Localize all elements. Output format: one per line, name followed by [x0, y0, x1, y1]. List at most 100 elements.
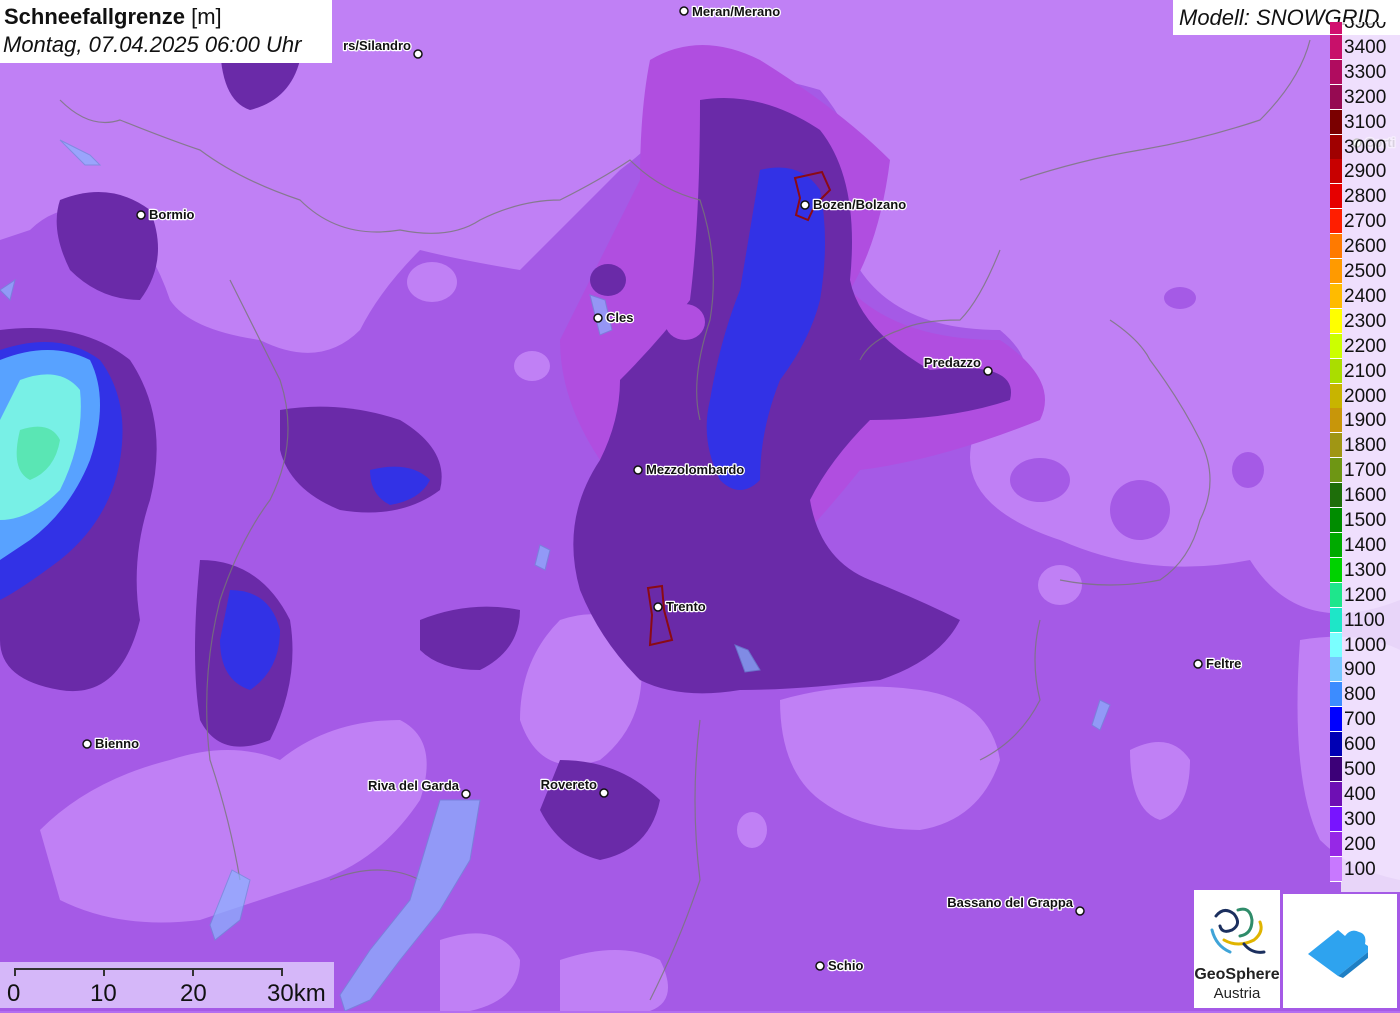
legend-label: 1200: [1344, 584, 1387, 606]
geosphere-logo[interactable]: GeoSphere Austria: [1194, 890, 1280, 1008]
scale-tick: [14, 968, 16, 976]
legend-swatch: [1330, 308, 1342, 334]
legend-swatch: [1330, 508, 1342, 533]
legend-item: 2100: [1330, 358, 1400, 384]
city-label: Feltre: [1206, 656, 1241, 671]
legend-label: 2100: [1344, 360, 1387, 382]
legend-swatch: [1330, 22, 1342, 35]
legend-item: 2800: [1330, 184, 1400, 210]
legend-item: 200: [1330, 831, 1400, 857]
legend-item: 700: [1330, 707, 1400, 733]
city-dot: [633, 465, 643, 475]
city-dot: [1075, 906, 1085, 916]
legend-label: 300: [1344, 808, 1376, 830]
legend-swatch: [1330, 532, 1342, 558]
legend-swatch: [1330, 557, 1342, 583]
city-bozen-bolzano[interactable]: Bozen/Bolzano: [800, 196, 907, 213]
legend-item: 1000: [1330, 632, 1400, 658]
legend-label: 2600: [1344, 236, 1387, 258]
legend-label: 500: [1344, 759, 1376, 780]
legend-swatch: [1330, 458, 1342, 484]
city-dot: [136, 210, 146, 220]
legend-item: 2300: [1330, 308, 1400, 334]
weather-app-logo[interactable]: [1283, 894, 1397, 1008]
title-text: Schneefallgrenze: [4, 4, 185, 29]
legend-item: 1300: [1330, 557, 1400, 583]
city-label: Predazzo: [924, 355, 981, 370]
legend-swatch: [1330, 234, 1342, 260]
legend-label: 900: [1344, 659, 1376, 681]
legend-label: 3100: [1344, 111, 1387, 133]
city-meran-merano[interactable]: Meran/Merano: [679, 3, 781, 20]
legend-item: 600: [1330, 732, 1400, 758]
legend-swatch: [1330, 732, 1342, 758]
city-label: Mezzolombardo: [646, 462, 744, 477]
legend-item: 1400: [1330, 532, 1400, 558]
legend-label: 200: [1344, 833, 1376, 855]
legend-swatch: [1330, 632, 1342, 658]
legend-swatch: [1330, 134, 1342, 160]
legend-label: 1100: [1344, 609, 1385, 631]
scale-label: 0: [7, 980, 21, 1007]
legend-swatch: [1330, 383, 1342, 409]
legend-swatch: [1330, 34, 1342, 60]
legend-item: 1100: [1330, 607, 1400, 633]
legend-label: 2000: [1344, 385, 1387, 407]
legend-label: 1300: [1344, 559, 1387, 581]
legend-label: 3500: [1344, 22, 1387, 33]
legend-label: 1400: [1344, 534, 1387, 556]
city-label: Bassano del Grappa: [947, 895, 1073, 910]
city-dot: [1193, 659, 1203, 669]
legend-label: 1800: [1344, 435, 1387, 457]
legend-label: 600: [1344, 734, 1376, 756]
legend-swatch: [1330, 84, 1342, 110]
scale-label: 30km: [267, 980, 326, 1007]
legend-swatch: [1330, 259, 1342, 284]
legend-label: 3300: [1344, 61, 1387, 83]
legend-swatch: [1330, 607, 1342, 633]
legend-item: 400: [1330, 781, 1400, 807]
city-label: Bormio: [149, 207, 195, 222]
legend-swatch: [1330, 806, 1342, 832]
city-label: Cles: [606, 310, 633, 325]
legend-label: 3400: [1344, 36, 1387, 58]
snowline-map[interactable]: Meran/Merano rs/Silandro Bormio Bozen/Bolza…: [0, 0, 1400, 1011]
legend-label: 1500: [1344, 510, 1387, 531]
city-mezzolombardo[interactable]: Mezzolombardo: [633, 461, 746, 478]
legend-swatch: [1330, 582, 1342, 608]
scale-label: 20: [180, 980, 207, 1007]
house-cloud-icon: [1308, 930, 1368, 978]
city-dot: [653, 602, 663, 612]
legend-label: 2200: [1344, 335, 1387, 357]
legend-item: 900: [1330, 657, 1400, 683]
geosphere-name: GeoSphere: [1194, 966, 1280, 983]
legend-swatch: [1330, 657, 1342, 683]
legend-item: 300: [1330, 806, 1400, 832]
legend-label: 3200: [1344, 86, 1387, 108]
legend-item: 3100: [1330, 109, 1400, 135]
city-label: Bozen/Bolzano: [813, 197, 906, 212]
legend-item: 2700: [1330, 209, 1400, 235]
legend-swatch: [1330, 856, 1342, 882]
city-dot: [983, 366, 993, 376]
legend-swatch: [1330, 682, 1342, 708]
legend-item: 2500: [1330, 259, 1400, 284]
city-label: Bienno: [95, 736, 139, 751]
legend-item: 3300: [1330, 59, 1400, 85]
city-dot: [679, 6, 689, 16]
legend-swatch: [1330, 757, 1342, 782]
city-label: Schio: [828, 958, 863, 973]
scale-tick: [103, 968, 105, 976]
legend-label: 2700: [1344, 211, 1387, 233]
legend-label: 2300: [1344, 310, 1387, 332]
legend-swatch: [1330, 59, 1342, 85]
scale-line: [14, 968, 283, 970]
color-legend: 3500 3400 3300 3200 3100 3000 2900 2800 2700 2600…: [1330, 22, 1400, 892]
legend-label: 2500: [1344, 261, 1387, 282]
legend-item: 3000: [1330, 134, 1400, 160]
legend-item: 2600: [1330, 234, 1400, 260]
legend-item: 2400: [1330, 283, 1400, 309]
legend-item: 1500: [1330, 508, 1400, 533]
legend-label: 2400: [1344, 285, 1387, 307]
legend-label: 400: [1344, 783, 1376, 805]
